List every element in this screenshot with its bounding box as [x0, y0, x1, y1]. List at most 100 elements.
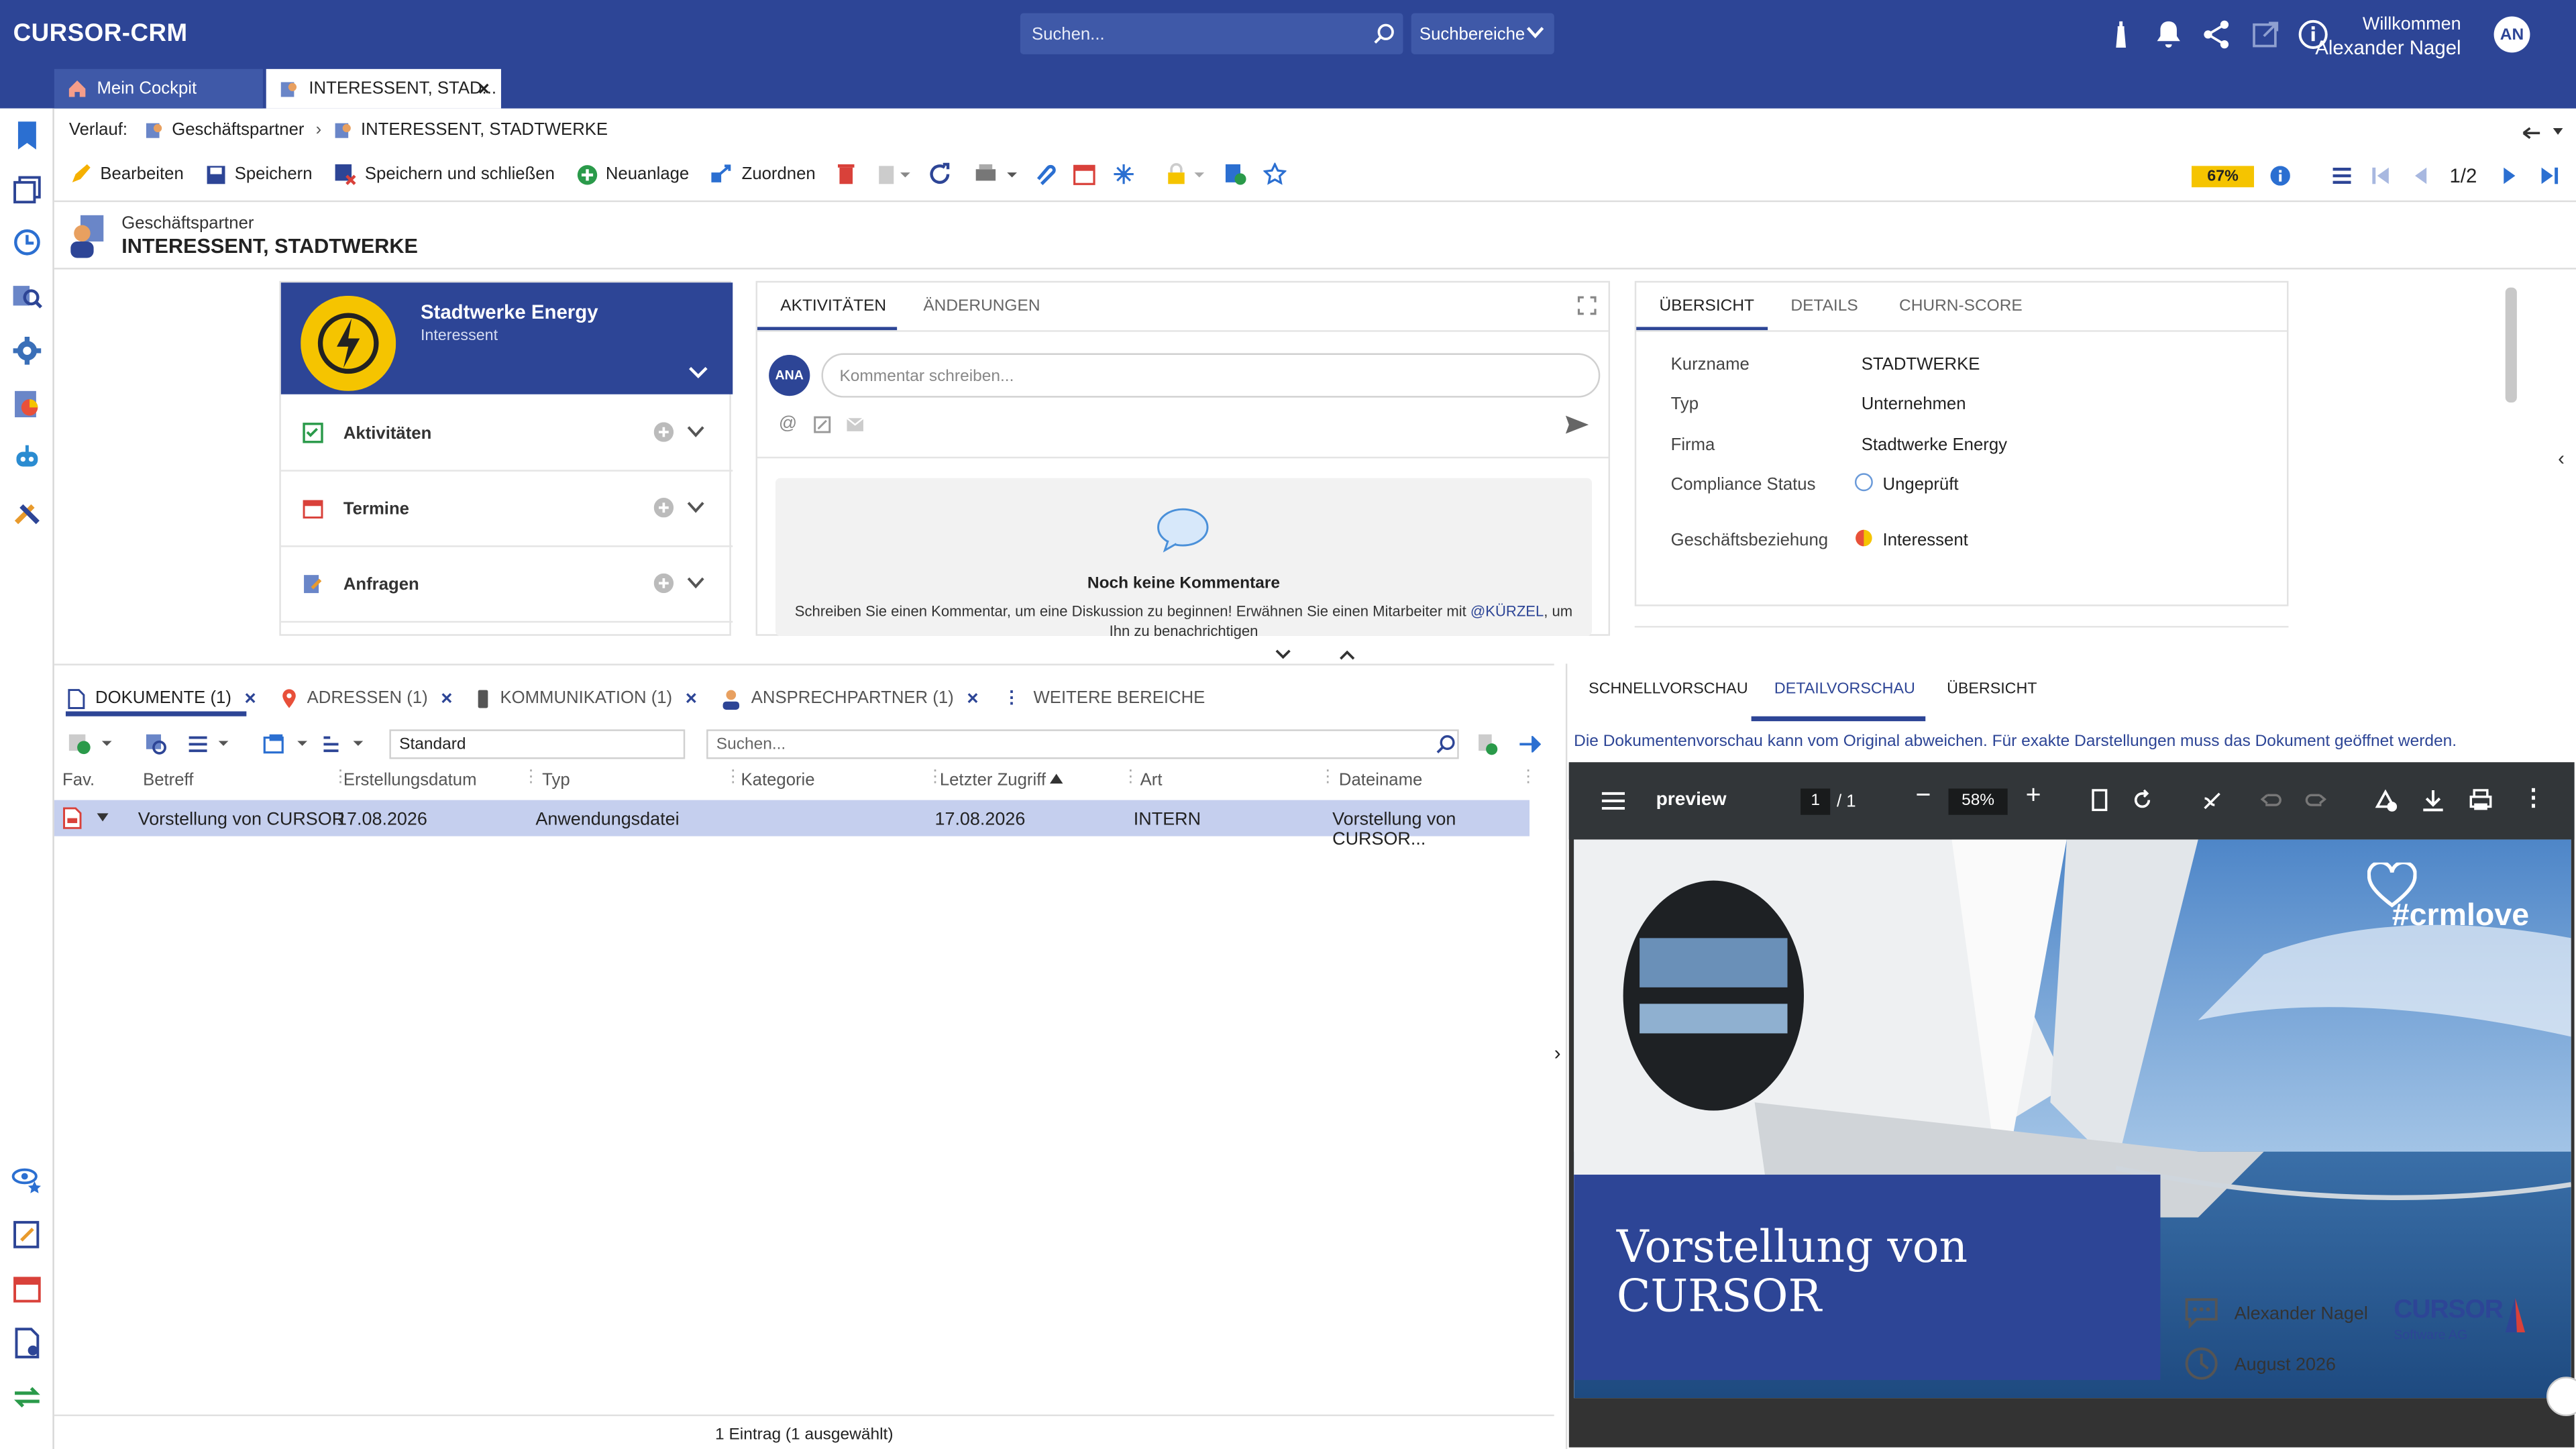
chevron-up-icon[interactable] — [1339, 649, 1355, 660]
assign-button[interactable]: Zuordnen — [710, 162, 816, 185]
expand-right-icon[interactable]: › — [1554, 1042, 1561, 1065]
first-page-icon[interactable] — [2371, 166, 2390, 185]
column-header-erstellungsdatum[interactable]: Erstellungsdatum — [343, 771, 477, 790]
zoom-input[interactable]: 58% — [1948, 788, 2008, 815]
favorite-star-icon[interactable] — [1264, 162, 1287, 185]
drive-upload-icon[interactable] — [2372, 787, 2398, 813]
column-header-art[interactable]: Art — [1140, 771, 1163, 790]
app-logo[interactable]: CURSOR-CRM — [13, 19, 188, 48]
tree-dropdown-icon[interactable] — [321, 735, 370, 754]
section-termine[interactable]: Termine — [280, 472, 733, 547]
windows-icon[interactable] — [10, 172, 44, 207]
chevron-down-icon[interactable] — [687, 425, 705, 439]
tab-adressen[interactable]: ADRESSEN (1) × — [280, 687, 452, 710]
history-icon[interactable] — [10, 225, 44, 260]
last-page-icon[interactable] — [2540, 166, 2559, 185]
tab-details[interactable]: DETAILS — [1790, 297, 1858, 315]
collapse-left-icon[interactable]: ‹ — [2558, 447, 2565, 470]
next-icon[interactable] — [2502, 166, 2518, 185]
tools-icon[interactable] — [10, 494, 44, 529]
zoom-out-icon[interactable]: − — [1916, 782, 1931, 812]
more-vertical-icon[interactable]: ⋮ — [2522, 784, 2544, 812]
add-circle-icon[interactable] — [653, 573, 674, 594]
external-link-icon[interactable] — [2249, 18, 2282, 51]
close-icon[interactable]: × — [686, 687, 697, 710]
network-icon[interactable] — [1113, 162, 1136, 185]
filter-export-icon[interactable] — [1477, 733, 1499, 755]
comment-input[interactable]: Kommentar schreiben... — [821, 353, 1601, 398]
tab-churn-score[interactable]: CHURN-SCORE — [1899, 297, 2023, 315]
search-scope-dropdown[interactable]: Suchbereiche — [1411, 13, 1554, 54]
column-header-kategorie[interactable]: Kategorie — [741, 771, 814, 790]
watch-star-icon[interactable] — [10, 1161, 44, 1195]
close-icon[interactable]: × — [478, 77, 490, 100]
search-icon[interactable] — [1436, 735, 1455, 754]
undo-icon[interactable] — [2260, 790, 2282, 808]
view-select[interactable]: Standard — [389, 729, 686, 759]
add-dropdown-icon[interactable] — [67, 733, 116, 755]
column-header-typ[interactable]: Typ — [542, 771, 570, 790]
edit-note-icon[interactable] — [10, 1218, 44, 1252]
redo-icon[interactable] — [2305, 790, 2326, 808]
tab-uebersicht[interactable]: ÜBERSICHT — [1659, 297, 1754, 315]
section-aktivitaeten[interactable]: Aktivitäten — [280, 396, 733, 472]
refresh-icon[interactable] — [929, 162, 952, 185]
menu-icon[interactable] — [1601, 792, 1625, 810]
lighthouse-icon[interactable] — [2104, 18, 2137, 51]
global-search-input[interactable]: Suchen... — [1020, 13, 1403, 54]
search-icon[interactable] — [1373, 23, 1395, 44]
calendar-icon[interactable] — [10, 1272, 44, 1306]
document-add-icon[interactable] — [1224, 162, 1247, 185]
add-circle-icon[interactable] — [653, 422, 674, 442]
chevron-down-icon[interactable] — [687, 577, 705, 590]
chevron-down-icon[interactable] — [1275, 649, 1291, 660]
mention-icon[interactable]: @ — [779, 414, 797, 433]
tab-interessent-stadtwerke[interactable]: INTERESSENT, STAD... × — [266, 68, 501, 109]
download-icon[interactable] — [2422, 789, 2445, 812]
rotate-icon[interactable] — [2131, 789, 2153, 812]
grid-search-input[interactable]: Suchen... — [706, 729, 1459, 759]
share-icon[interactable] — [2200, 18, 2233, 51]
search-view-icon[interactable] — [145, 733, 168, 755]
chevron-down-icon[interactable] — [97, 813, 109, 822]
report-icon[interactable] — [10, 388, 44, 422]
lock-dropdown-icon[interactable] — [1165, 162, 1212, 185]
back-arrow-icon[interactable] — [2522, 121, 2565, 141]
gear-icon[interactable] — [10, 333, 44, 368]
columns-dropdown-icon[interactable] — [263, 733, 312, 755]
tab-ansprechpartner[interactable]: ANSPRECHPARTNER (1) × — [722, 687, 978, 710]
add-circle-icon[interactable] — [653, 498, 674, 518]
bookmark-icon[interactable] — [10, 118, 44, 152]
tab-aktivitaeten[interactable]: AKTIVITÄTEN — [780, 297, 886, 315]
edit-button[interactable]: Bearbeiten — [69, 162, 184, 185]
fit-page-icon[interactable] — [2092, 789, 2108, 812]
save-close-button[interactable]: Speichern und schließen — [333, 162, 555, 185]
attachment-icon[interactable] — [1034, 162, 1057, 186]
search-list-icon[interactable] — [10, 279, 44, 313]
breadcrumb-item[interactable]: INTERESSENT, STADTWERKE — [361, 120, 608, 140]
column-header-betreff[interactable]: Betreff — [143, 771, 193, 790]
sync-icon[interactable] — [10, 1380, 44, 1414]
close-icon[interactable]: × — [441, 687, 452, 710]
tab-detailvorschau[interactable]: DETAILVORSCHAU — [1774, 680, 1915, 698]
print-dropdown-icon[interactable] — [975, 162, 1021, 185]
tab-kommunikation[interactable]: KOMMUNIKATION (1) × — [477, 687, 697, 710]
tab-uebersicht-preview[interactable]: ÜBERSICHT — [1947, 680, 2037, 698]
close-icon[interactable]: × — [967, 687, 978, 710]
tab-dokumente[interactable]: DOKUMENTE (1) × — [67, 687, 256, 710]
list-icon[interactable] — [2331, 166, 2353, 185]
print-icon[interactable] — [2469, 789, 2492, 812]
previous-icon[interactable] — [2412, 166, 2428, 185]
new-button[interactable]: Neuanlage — [576, 164, 689, 185]
breadcrumb-item[interactable]: Geschäftspartner — [172, 120, 304, 140]
bell-icon[interactable] — [2152, 18, 2185, 51]
save-button[interactable]: Speichern — [205, 164, 313, 185]
robot-icon[interactable] — [10, 442, 44, 476]
note-icon[interactable] — [813, 416, 831, 434]
column-header-dateiname[interactable]: Dateiname — [1339, 771, 1422, 790]
column-header-letzter-zugriff[interactable]: Letzter Zugriff — [940, 771, 1046, 790]
mail-icon[interactable] — [846, 417, 864, 432]
tab-weitere-bereiche[interactable]: ⋮ WEITERE BEREICHE — [1003, 688, 1205, 708]
sort-ascending-icon[interactable] — [1049, 773, 1063, 784]
document-settings-icon[interactable] — [10, 1326, 44, 1360]
